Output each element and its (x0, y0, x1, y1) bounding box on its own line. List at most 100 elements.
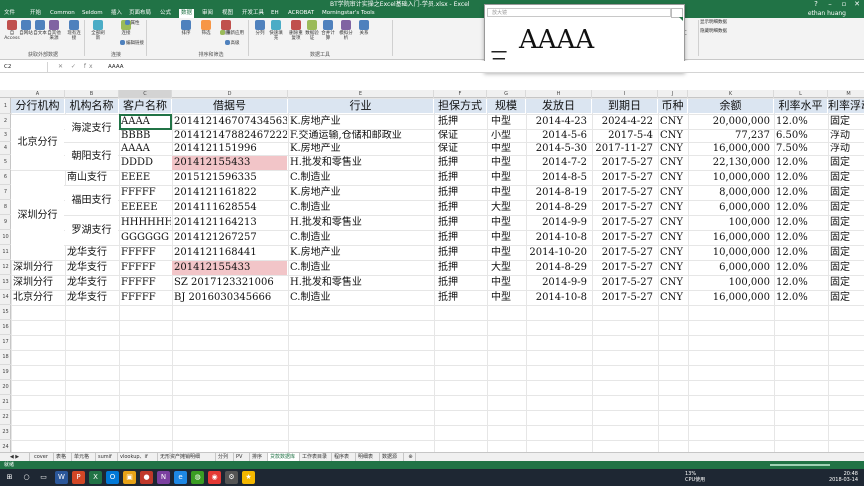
table-cell[interactable]: 2014-10-8 (526, 291, 591, 305)
table-cell[interactable]: 12.0% (774, 231, 827, 245)
table-cell[interactable]: CNY (658, 231, 687, 245)
ribbon-button-3[interactable]: 自其他来源 (46, 20, 62, 41)
table-cell[interactable]: BJ 2016030345666 (172, 291, 287, 305)
ribbon-button-19[interactable]: 模拟分析 (338, 20, 354, 41)
table-header-cell[interactable]: 规模 (487, 99, 525, 113)
table-header-cell[interactable]: 利率浮动 (828, 99, 864, 113)
ribbon-button-20[interactable]: 关系 (356, 20, 372, 36)
user-name[interactable]: ethan huang (808, 10, 846, 18)
column-header-G[interactable]: G (487, 90, 526, 98)
row-header-8[interactable]: 8 (0, 200, 11, 215)
table-cell[interactable]: 2014-8-29 (526, 261, 591, 275)
ribbon-button-8[interactable]: 编辑链接 (118, 40, 146, 46)
table-cell[interactable]: 深圳分行 (11, 276, 64, 290)
row-header-19[interactable]: 19 (0, 365, 11, 380)
table-cell[interactable]: 100,000 (688, 216, 773, 230)
wechat-app-icon[interactable]: ◍ (191, 471, 204, 484)
table-cell[interactable]: 12.0% (774, 276, 827, 290)
table-cell[interactable]: EEEE (119, 171, 171, 185)
ribbon-button-10[interactable]: 筛选 (198, 20, 214, 36)
table-cell[interactable]: 2014-10-20 (526, 246, 591, 260)
ribbon-button-16[interactable]: 删除重复项 (288, 20, 304, 41)
ribbon-button-7[interactable]: 属性 (118, 20, 146, 26)
table-cell[interactable]: 2017-5-27 (592, 276, 657, 290)
table-cell[interactable]: 抵押 (434, 186, 486, 200)
ribbon-tab-5[interactable]: 页面布局 (127, 9, 153, 18)
table-cell[interactable]: CNY (658, 291, 687, 305)
table-cell[interactable]: 2014121161822 (172, 186, 287, 200)
table-header-cell[interactable]: 机构名称 (65, 99, 118, 113)
table-header-cell[interactable]: 分行机构 (11, 99, 64, 113)
table-cell[interactable]: 2014121267257 (172, 231, 287, 245)
windows-start-icon[interactable]: ⊞ (3, 471, 16, 484)
task-view-icon[interactable]: ▭ (37, 471, 50, 484)
table-cell[interactable]: 2014-8-29 (526, 201, 591, 215)
ribbon-tab-7[interactable]: 数据 (179, 9, 195, 18)
table-cell[interactable]: 201412155433 (172, 156, 287, 170)
table-header-cell[interactable]: 利率水平 (774, 99, 827, 113)
table-cell[interactable]: 2014121151996 (172, 143, 287, 155)
table-cell[interactable]: DDDD (119, 156, 171, 170)
table-cell[interactable]: K.房地产业 (288, 186, 433, 200)
ribbon-tab-4[interactable]: 插入 (109, 9, 124, 18)
table-cell[interactable]: 2017-5-27 (592, 156, 657, 170)
table-cell[interactable]: 2014-4-23 (526, 115, 591, 129)
table-cell[interactable]: 2014-9-9 (526, 216, 591, 230)
ribbon-tab-2[interactable]: Common (48, 9, 77, 18)
table-cell[interactable]: CNY (658, 130, 687, 142)
table-cell[interactable]: CNY (658, 115, 687, 129)
merged-cell[interactable]: 罗湖支行 (65, 216, 118, 245)
table-cell[interactable]: 南山支行 (65, 171, 118, 185)
column-header-K[interactable]: K (688, 90, 774, 98)
table-cell[interactable]: 抵押 (434, 276, 486, 290)
ribbon-side-item[interactable]: 隐藏明细数据 (700, 29, 750, 34)
table-cell[interactable]: 固定 (828, 246, 864, 260)
table-cell[interactable]: HHHHHH (119, 216, 171, 230)
row-header-15[interactable]: 15 (0, 305, 11, 320)
ribbon-button-17[interactable]: 数据验证 (304, 20, 320, 41)
system-clock[interactable]: 20:48 2018-03-14 (829, 471, 858, 483)
row-header-7[interactable]: 7 (0, 185, 11, 200)
row-header-5[interactable]: 5 (0, 155, 11, 170)
table-cell[interactable]: FFFFF (119, 291, 171, 305)
table-cell[interactable]: 12.0% (774, 186, 827, 200)
table-cell[interactable]: 2017-5-27 (592, 291, 657, 305)
row-header-3[interactable]: 3 (0, 129, 11, 142)
table-header-cell[interactable]: 客户名称 (119, 99, 171, 113)
table-cell[interactable]: 浮动 (828, 143, 864, 155)
table-cell[interactable]: 2014-5-6 (526, 130, 591, 142)
table-cell[interactable]: 2014-9-9 (526, 276, 591, 290)
spreadsheet-grid[interactable]: 分行机构 机构名称 客户名称 借据号 行业 担保方式 规模 发放日 到期日 币种 余额 利率水平 利率浮… (11, 98, 864, 453)
table-cell[interactable]: 固定 (828, 156, 864, 170)
powerpoint-app-icon[interactable]: P (72, 471, 85, 484)
table-cell[interactable]: C.制造业 (288, 291, 433, 305)
table-cell[interactable]: C.制造业 (288, 231, 433, 245)
table-cell[interactable]: CNY (658, 261, 687, 275)
close-icon[interactable]: ✕ (851, 0, 863, 9)
table-cell[interactable]: 16,000,000 (688, 143, 773, 155)
table-cell[interactable]: 中型 (487, 143, 525, 155)
name-box[interactable]: C2 (0, 62, 48, 72)
table-cell[interactable]: 100,000 (688, 276, 773, 290)
table-cell[interactable]: 中型 (487, 115, 525, 129)
table-cell[interactable]: GGGGGG (119, 231, 171, 245)
row-header-13[interactable]: 13 (0, 275, 11, 290)
table-cell[interactable]: K.房地产业 (288, 246, 433, 260)
app-icon-yellow[interactable]: ★ (242, 471, 255, 484)
row-header-14[interactable]: 14 (0, 290, 11, 305)
table-header-cell[interactable]: 到期日 (592, 99, 657, 113)
ribbon-tab-10[interactable]: 开发工具 (240, 9, 266, 18)
row-header-1[interactable]: 1 (0, 98, 11, 114)
table-cell[interactable]: 抵押 (434, 156, 486, 170)
table-cell[interactable]: CNY (658, 216, 687, 230)
table-cell[interactable]: 固定 (828, 115, 864, 129)
table-cell[interactable]: 10,000,000 (688, 171, 773, 185)
row-header-21[interactable]: 21 (0, 395, 11, 410)
ribbon-tab-1[interactable]: 开始 (28, 9, 43, 18)
ribbon-tab-0[interactable]: 文件 (2, 9, 17, 18)
ribbon-tab-3[interactable]: Seldom (80, 9, 105, 18)
table-cell[interactable]: 抵押 (434, 171, 486, 185)
table-cell[interactable]: 抵押 (434, 231, 486, 245)
table-header-cell[interactable]: 币种 (658, 99, 687, 113)
active-cell-selection[interactable] (119, 114, 172, 130)
